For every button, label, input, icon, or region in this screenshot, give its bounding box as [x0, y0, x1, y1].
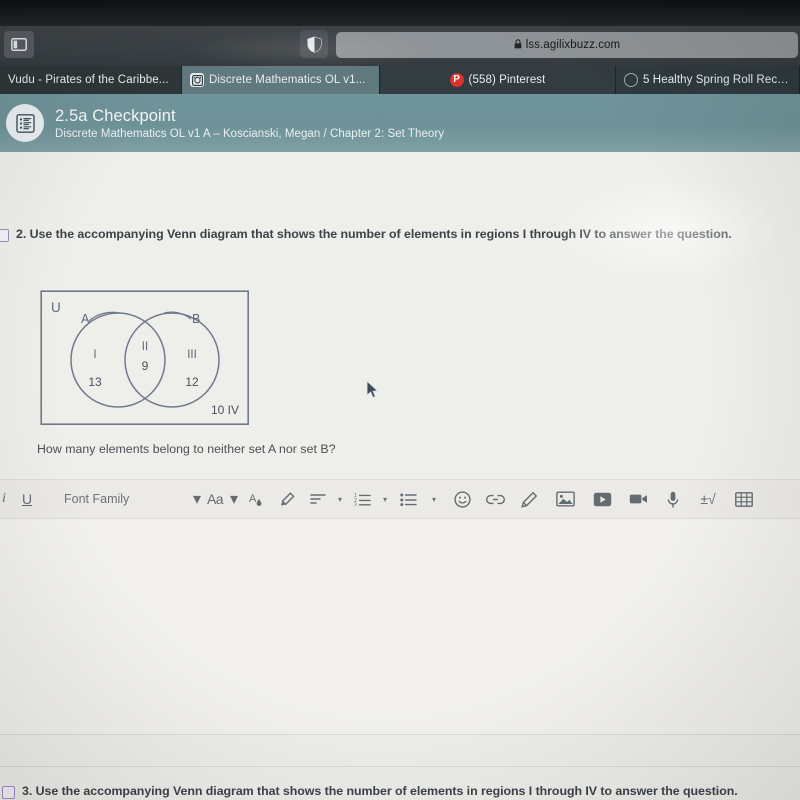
- screen-photo: lss.agilixbuzz.com Vudu - Pirates of the…: [0, 0, 800, 800]
- lock-icon: [514, 39, 522, 51]
- font-size-caret-right-icon[interactable]: ▾: [228, 484, 240, 514]
- question-2: 2. Use the accompanying Venn diagram tha…: [0, 227, 800, 242]
- window-titlebar-strip: [0, 0, 800, 26]
- equation-button[interactable]: ±√: [690, 484, 726, 514]
- video-embed-icon[interactable]: [584, 484, 620, 514]
- venn-region-II-count: 9: [142, 359, 149, 373]
- browser-tab-vudu[interactable]: Vudu - Pirates of the Caribbe...: [0, 66, 182, 94]
- browser-tab-label: Vudu - Pirates of the Caribbe...: [8, 74, 169, 86]
- pinterest-favicon-icon: P: [449, 73, 464, 87]
- emoji-icon[interactable]: [446, 484, 478, 514]
- assignment-page: 2. Use the accompanying Venn diagram tha…: [0, 152, 800, 800]
- tab-strip: Vudu - Pirates of the Caribbe... Discret…: [0, 66, 800, 94]
- numbered-list-button[interactable]: 1 2 3: [348, 484, 376, 514]
- browser-tab-label: 5 Healthy Spring Roll Recipes.: [643, 74, 791, 86]
- svg-text:3: 3: [354, 502, 357, 506]
- record-audio-icon[interactable]: [656, 484, 690, 514]
- question-3-checkbox[interactable]: [2, 786, 15, 799]
- text-color-button[interactable]: A: [240, 484, 270, 514]
- italic-button[interactable]: i: [0, 484, 12, 514]
- browser-tab-label: (558) Pinterest: [468, 74, 546, 86]
- bullet-list-caret-icon[interactable]: ▾: [424, 484, 444, 514]
- address-bar-url: lss.agilixbuzz.com: [525, 39, 621, 51]
- sidebar-toggle-icon[interactable]: [4, 31, 34, 58]
- align-caret-icon[interactable]: ▾: [334, 484, 346, 514]
- draw-pencil-icon[interactable]: [512, 484, 546, 514]
- address-bar[interactable]: lss.agilixbuzz.com: [336, 32, 798, 58]
- venn-set-a-label: A: [81, 312, 90, 326]
- question-2-prompt: 2. Use the accompanying Venn diagram tha…: [16, 227, 732, 241]
- venn-region-I-count: 13: [88, 375, 102, 389]
- bullet-list-button[interactable]: [394, 484, 422, 514]
- buzz-favicon-icon: [190, 73, 204, 87]
- venn-region-III-count: 12: [185, 375, 199, 389]
- link-icon[interactable]: [478, 484, 512, 514]
- rich-text-editor-toolbar: i U Font Family ▾ Aa ▾ A ▾ 1 2 3 ▾ ▾ ±√: [0, 479, 800, 519]
- venn-region-III-roman: III: [187, 349, 197, 361]
- venn-region-I-roman: I: [93, 349, 96, 361]
- browser-toolbar: lss.agilixbuzz.com: [0, 26, 800, 66]
- lms-header: 2.5a Checkpoint Discrete Mathematics OL …: [0, 94, 800, 152]
- font-size-select[interactable]: Aa: [202, 484, 228, 514]
- browser-tab-discrete-mathematics[interactable]: Discrete Mathematics OL v1...: [182, 66, 380, 94]
- underline-button[interactable]: U: [12, 484, 42, 514]
- venn-universe-label: U: [51, 300, 61, 315]
- align-button[interactable]: [304, 484, 332, 514]
- answer-editor-body[interactable]: [0, 519, 800, 734]
- venn-region-II-roman: II: [142, 341, 148, 353]
- question-2-subprompt: How many elements belong to neither set …: [37, 442, 336, 456]
- record-video-icon[interactable]: [620, 484, 656, 514]
- checklist-icon: [6, 104, 44, 142]
- divider: [0, 734, 800, 735]
- question-3: 3. Use the accompanying Venn diagram tha…: [0, 784, 800, 799]
- browser-tab-spring-roll-recipes[interactable]: 5 Healthy Spring Roll Recipes.: [616, 66, 800, 94]
- breadcrumb: Discrete Mathematics OL v1 A – Kosciansk…: [55, 127, 445, 140]
- font-family-select[interactable]: Font Family: [42, 484, 192, 514]
- image-icon[interactable]: [546, 484, 584, 514]
- highlight-button[interactable]: [270, 484, 304, 514]
- svg-text:A: A: [249, 493, 257, 505]
- divider: [0, 766, 800, 767]
- page-title: 2.5a Checkpoint: [55, 106, 176, 125]
- table-icon[interactable]: [726, 484, 762, 514]
- shield-icon[interactable]: [300, 30, 328, 58]
- venn-set-b-label: B: [192, 312, 200, 326]
- numbered-list-caret-icon[interactable]: ▾: [378, 484, 392, 514]
- venn-region-IV-label: 10 IV: [211, 403, 239, 417]
- browser-tab-pinterest[interactable]: P (558) Pinterest: [380, 66, 616, 94]
- question-2-checkbox[interactable]: [0, 229, 9, 242]
- venn-diagram: U A B I 13 II 9 III 12 10 IV: [40, 290, 250, 426]
- font-size-caret-left-icon[interactable]: ▾: [192, 484, 202, 514]
- browser-tab-label: Discrete Mathematics OL v1...: [209, 74, 366, 86]
- generic-favicon-icon: [624, 73, 638, 87]
- question-3-prompt: 3. Use the accompanying Venn diagram tha…: [22, 784, 738, 798]
